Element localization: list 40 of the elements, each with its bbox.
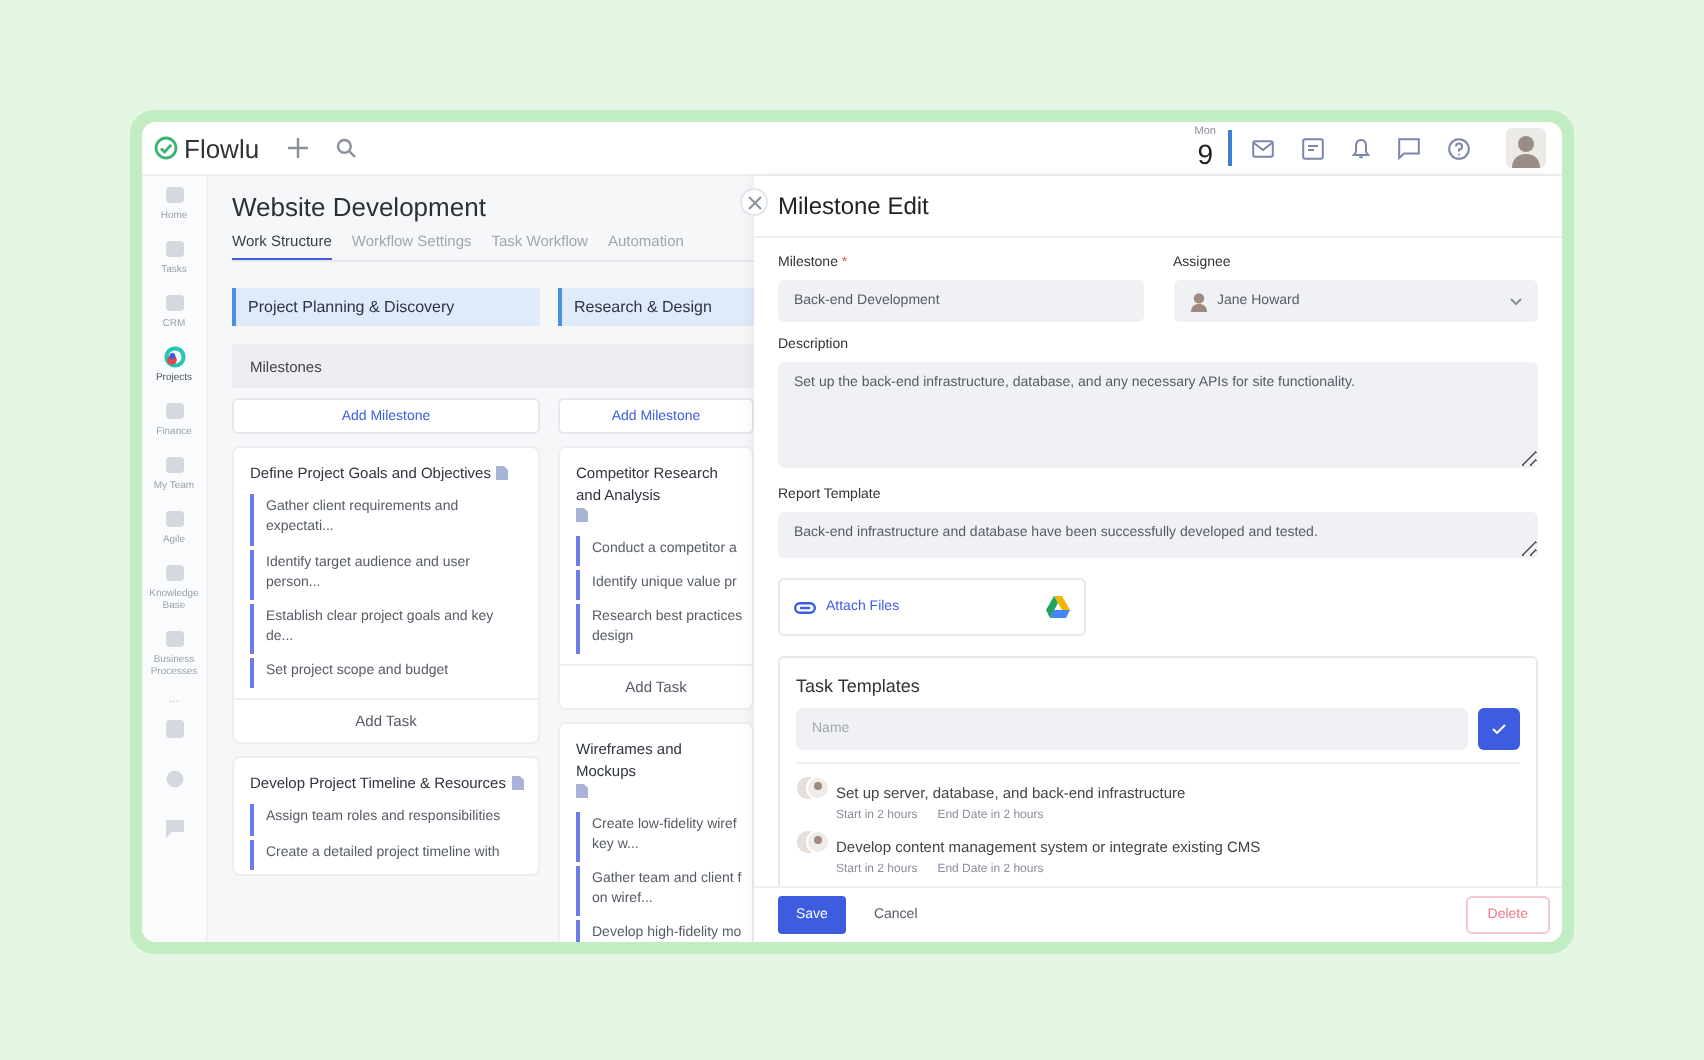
avatar-group-icon — [796, 776, 830, 800]
checkmark-icon — [1492, 724, 1506, 734]
triangle-icon[interactable] — [1046, 596, 1070, 618]
module-icon — [163, 562, 185, 584]
document-icon — [496, 466, 509, 481]
chevron-down-icon — [1510, 297, 1522, 305]
user-avatar[interactable] — [1506, 128, 1546, 168]
confirm-button[interactable] — [1478, 708, 1520, 750]
projects-icon — [163, 346, 185, 368]
search-icon[interactable] — [335, 138, 356, 158]
module-icon — [163, 508, 185, 530]
mail-icon[interactable] — [1252, 139, 1274, 157]
module-icon — [163, 628, 185, 650]
paperclip-icon — [794, 601, 816, 613]
avatar-icon — [1189, 291, 1207, 311]
module-icon — [163, 184, 185, 206]
document-icon — [511, 776, 524, 791]
add-icon[interactable] — [287, 138, 308, 158]
close-icon — [747, 195, 761, 209]
module-icon — [163, 292, 185, 314]
bell-icon[interactable] — [1352, 137, 1370, 159]
chat-icon[interactable] — [1398, 137, 1420, 159]
close-button[interactable] — [740, 188, 768, 216]
document-icon — [576, 507, 588, 521]
day-number: 9 — [1197, 139, 1214, 168]
stage-header: Research & Design — [558, 288, 754, 326]
module-icon — [163, 238, 185, 260]
section-title: Task Templates — [796, 676, 922, 696]
note-icon[interactable] — [1302, 137, 1324, 159]
module-icon — [163, 454, 185, 476]
module-icon — [163, 400, 185, 422]
avatar-group-icon — [796, 830, 830, 855]
project-title: Website Development — [232, 192, 488, 222]
check-shield-icon — [154, 136, 178, 160]
stage-header: Project Planning & Discovery — [232, 288, 540, 326]
help-icon[interactable] — [1448, 137, 1470, 159]
app-logo: Flowlu — [184, 133, 260, 163]
panel-title: Milestone Edit — [778, 192, 929, 220]
document-icon — [576, 783, 588, 798]
milestone-card[interactable] — [232, 446, 540, 745]
